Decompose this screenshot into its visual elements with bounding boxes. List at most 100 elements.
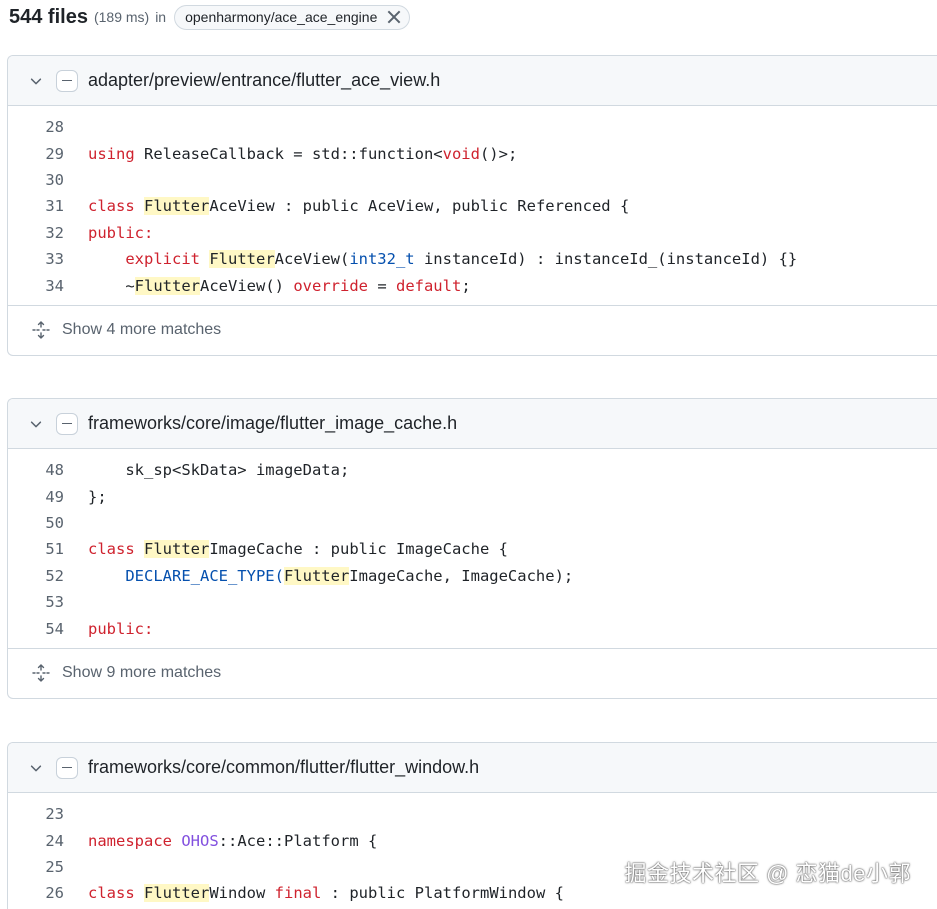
code-line: 50 <box>8 510 937 536</box>
code-line: 33 explicit FlutterAceView(int32_t insta… <box>8 246 937 272</box>
match-highlight: Flutter <box>283 566 350 585</box>
show-more-label: Show 4 more matches <box>62 321 222 339</box>
code-token: int32_t <box>349 250 415 269</box>
code-line: 52 DECLARE_ACE_TYPE(FlutterImageCache, I… <box>8 563 937 589</box>
show-more-matches-button[interactable]: Show 4 more matches <box>8 304 937 355</box>
code-line: 31 class FlutterAceView : public AceView,… <box>8 193 937 219</box>
code-line: 29 using ReleaseCallback = std::function<… <box>8 140 937 166</box>
code-token: AceView : public AceView, public Referen… <box>209 197 630 216</box>
code-line: 53 <box>8 589 937 615</box>
match-highlight: Flutter <box>134 276 200 295</box>
file-path-link[interactable]: adapter/preview/entrance/flutter_ace_vie… <box>88 70 440 91</box>
chevron-down-icon[interactable] <box>26 758 46 778</box>
line-number: 23 <box>45 805 64 824</box>
result-header: frameworks/core/image/flutter_image_cach… <box>8 399 937 449</box>
result-header: adapter/preview/entrance/flutter_ace_vie… <box>8 56 937 106</box>
code-token: ImageCache : public ImageCache { <box>209 540 508 559</box>
line-number: 32 <box>45 223 64 242</box>
code-line: 30 <box>8 167 937 193</box>
code-token: ; <box>461 276 471 295</box>
line-number: 28 <box>45 118 64 137</box>
line-number: 54 <box>45 619 64 638</box>
match-highlight: Flutter <box>144 540 210 559</box>
code-line: 23 <box>8 801 937 827</box>
code-token: ReleaseCallback = std::function< <box>134 144 443 163</box>
select-file-checkbox[interactable] <box>56 756 78 779</box>
show-more-matches-button[interactable]: Show 9 more matches <box>8 647 937 698</box>
line-number: 50 <box>45 513 64 532</box>
result-header: frameworks/core/common/flutter/flutter_w… <box>8 743 937 793</box>
result-count: 544 files <box>9 5 88 28</box>
code-token: class <box>88 197 135 216</box>
code-token: = <box>367 276 396 295</box>
line-number: 29 <box>45 144 64 163</box>
code-line: 32 public: <box>8 220 937 246</box>
line-number: 30 <box>45 170 64 189</box>
match-highlight: Flutter <box>144 197 210 216</box>
line-number: 53 <box>45 593 64 612</box>
chevron-down-icon[interactable] <box>26 414 46 434</box>
code-token: }; <box>88 487 107 506</box>
code-token: ()>; <box>479 144 518 163</box>
line-number: 25 <box>45 857 64 876</box>
code-token: DECLARE_ACE_TYPE( <box>125 566 284 585</box>
match-highlight: Flutter <box>209 250 275 269</box>
code-token: ::Ace::Platform { <box>218 831 378 850</box>
line-number: 34 <box>45 276 64 295</box>
code-token: explicit <box>125 250 200 269</box>
file-path-link[interactable]: frameworks/core/image/flutter_image_cach… <box>88 413 457 434</box>
code-line: 49}; <box>8 483 937 509</box>
code-snippet: 48 sk_sp<SkData> imageData; 49}; 50 51 cl… <box>8 449 937 648</box>
unfold-icon <box>32 321 50 339</box>
file-path-link[interactable]: frameworks/core/common/flutter/flutter_w… <box>88 757 479 778</box>
code-token: void <box>442 144 480 163</box>
code-snippet: 28 29 using ReleaseCallback = std::functi… <box>8 106 937 305</box>
code-token: public: <box>88 223 154 242</box>
chevron-down-icon[interactable] <box>26 71 46 91</box>
code-token: Window <box>209 884 275 903</box>
code-line: 34 ~FlutterAceView() override = default; <box>8 272 937 298</box>
unfold-icon <box>32 664 50 682</box>
code-token: AceView() <box>200 276 294 295</box>
close-icon[interactable] <box>387 10 401 24</box>
code-token: public: <box>88 619 154 638</box>
repo-filter-chip: openharmony/ace_ace_engine <box>174 4 411 30</box>
code-token: : public PlatformWindow { <box>321 884 564 903</box>
code-snippet: 23 24 namespace OHOS::Ace::Platform { 25 … <box>8 793 937 909</box>
code-line: 51 class FlutterImageCache : public Image… <box>8 536 937 562</box>
code-token: AceView( <box>274 250 350 269</box>
code-token: using <box>88 144 135 163</box>
line-number: 26 <box>45 884 64 903</box>
code-token: OHOS <box>181 831 219 850</box>
line-number: 31 <box>45 197 64 216</box>
code-token: final <box>274 884 322 903</box>
search-summary: 544 files (189 ms) in openharmony/ace_ac… <box>9 4 411 30</box>
code-line: 54 public: <box>8 615 937 641</box>
search-result: frameworks/core/image/flutter_image_cach… <box>7 398 937 699</box>
code-token: ImageCache, ImageCache); <box>349 566 574 585</box>
repo-filter-label: openharmony/ace_ace_engine <box>185 9 378 25</box>
code-line: 24 namespace OHOS::Ace::Platform { <box>8 827 937 853</box>
show-more-label: Show 9 more matches <box>62 664 222 682</box>
line-number: 51 <box>45 540 64 559</box>
code-line: 48 sk_sp<SkData> imageData; <box>8 457 937 483</box>
code-token: default <box>395 276 462 295</box>
select-file-checkbox[interactable] <box>56 69 78 92</box>
code-token: class <box>88 884 135 903</box>
code-token: sk_sp<SkData> imageData; <box>88 461 350 480</box>
search-result: adapter/preview/entrance/flutter_ace_vie… <box>7 55 937 356</box>
code-token: ~ <box>88 276 135 295</box>
watermark: 掘金技术社区 @ 恋猫de小郭 <box>624 861 911 886</box>
line-number: 52 <box>45 566 64 585</box>
select-file-checkbox[interactable] <box>56 412 78 435</box>
line-number: 33 <box>45 250 64 269</box>
code-token: instanceId) : instanceId_(instanceId) {} <box>414 250 798 269</box>
line-number: 48 <box>45 461 64 480</box>
